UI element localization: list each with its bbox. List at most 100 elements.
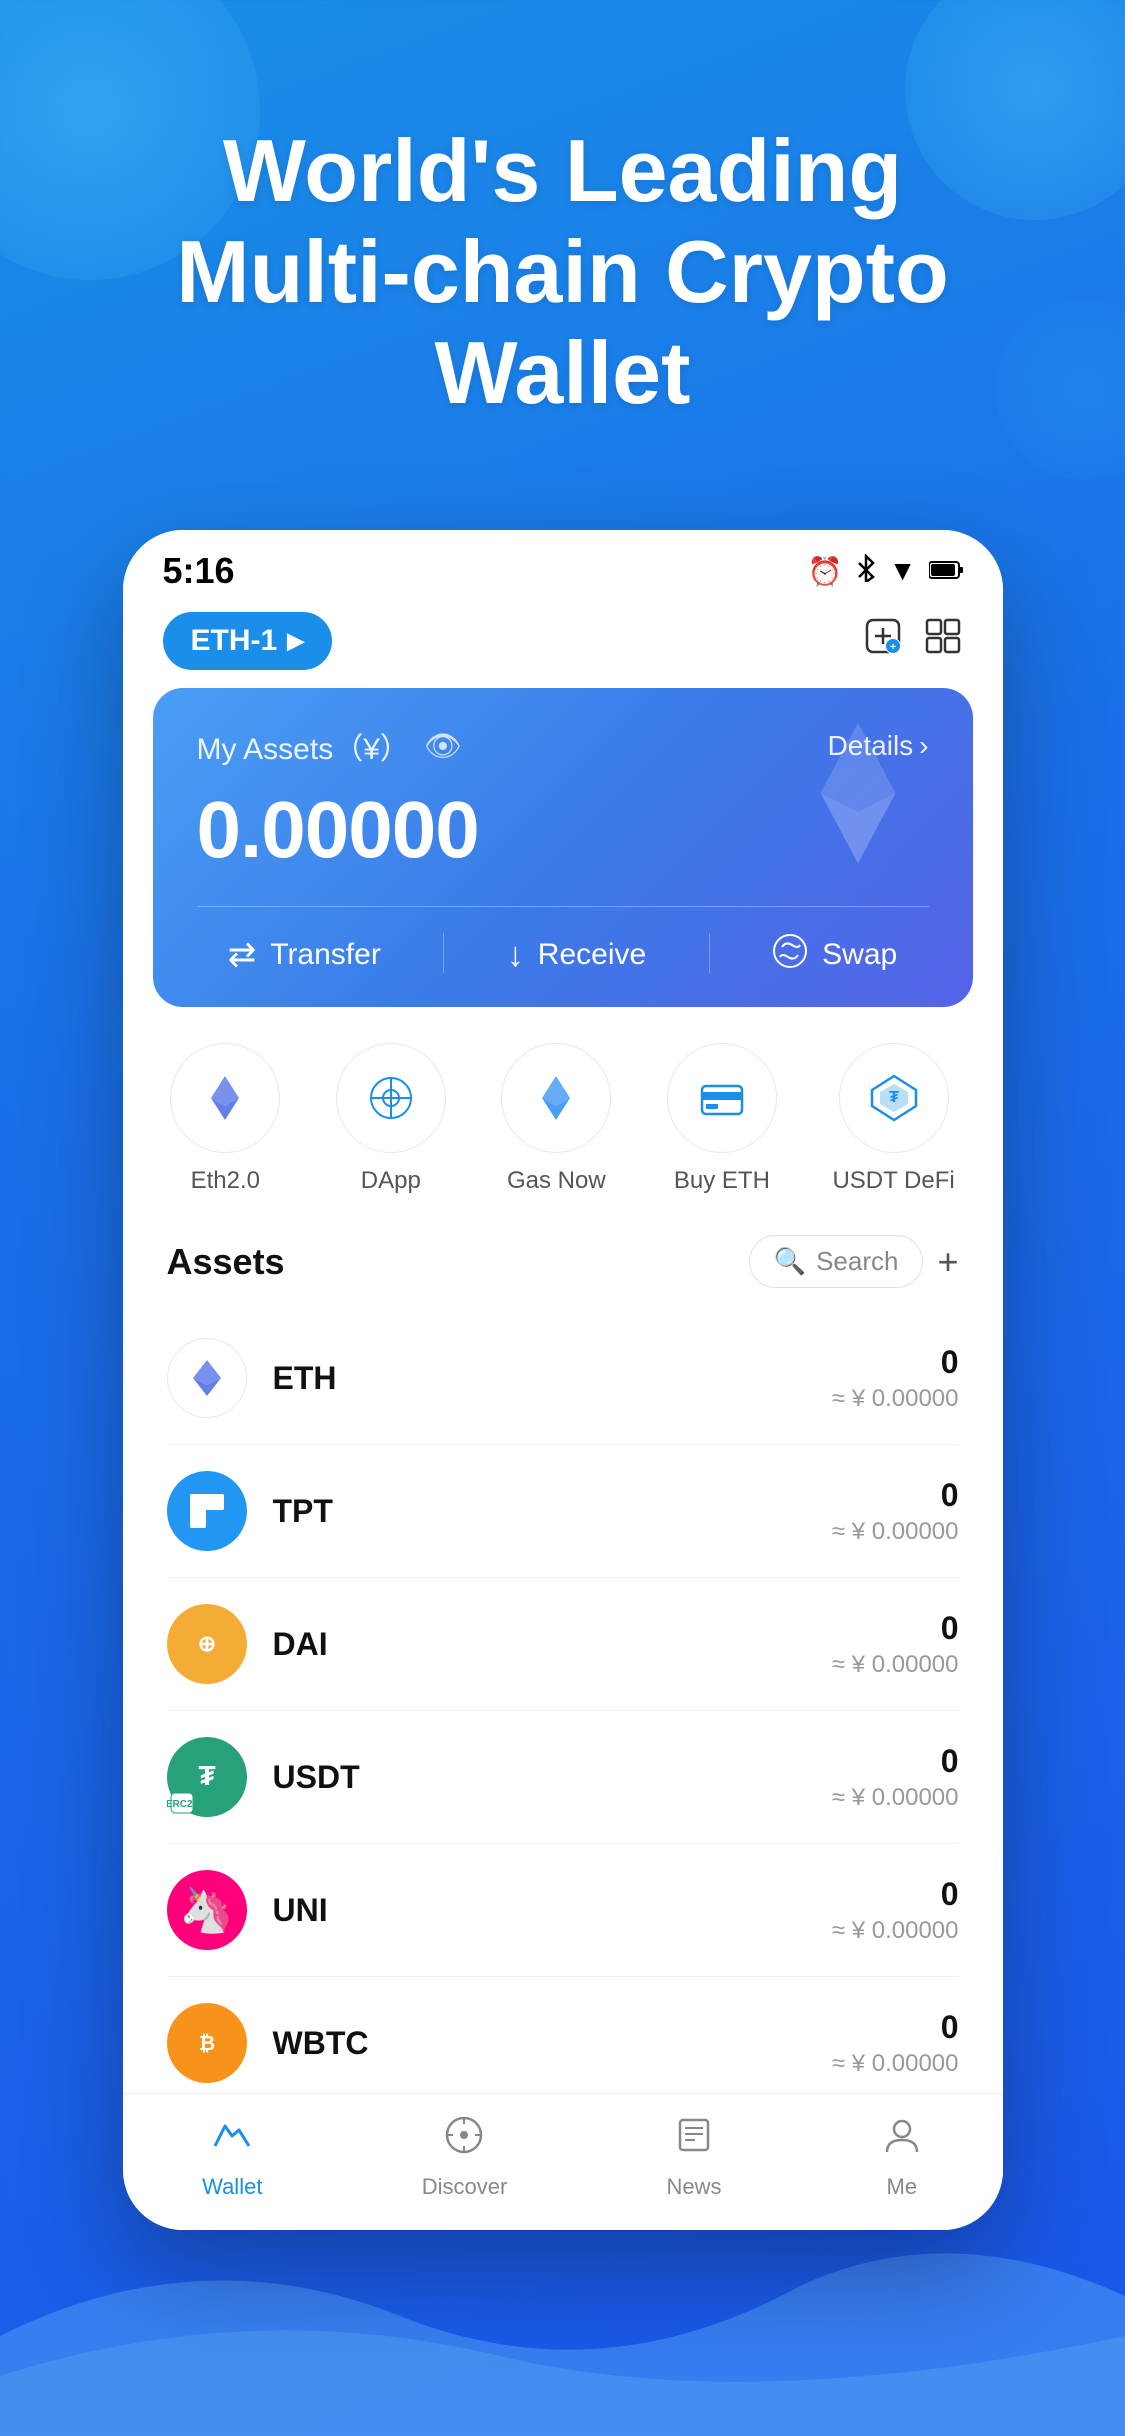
wifi-icon: ▼ — [889, 555, 917, 587]
assets-section-title: Assets — [167, 1241, 285, 1283]
wbtc-values: 0 ≈ ¥ 0.00000 — [832, 2009, 959, 2078]
search-placeholder: Search — [816, 1246, 898, 1277]
svg-text:+: + — [890, 642, 896, 653]
hero-line2: Multi-chain Crypto Wallet — [60, 221, 1065, 423]
receive-label: Receive — [538, 938, 646, 972]
scan-icon[interactable] — [923, 616, 963, 666]
bluetooth-icon — [855, 554, 877, 589]
divider-2 — [709, 933, 710, 973]
dai-logo: ⊕ — [167, 1604, 247, 1684]
nav-wallet[interactable]: Wallet — [202, 2114, 262, 2200]
wallet-nav-icon — [211, 2114, 253, 2166]
svg-text:⊕: ⊕ — [197, 1631, 215, 1656]
status-time: 5:16 — [163, 550, 235, 592]
eth2-icon — [170, 1043, 280, 1153]
assets-search[interactable]: 🔍 Search — [749, 1235, 924, 1288]
news-nav-icon — [673, 2114, 715, 2166]
assets-card: My Assets（¥） 👁 Details › 0.00000 ⇄ Trans… — [153, 688, 973, 1007]
svg-text:₮: ₮ — [889, 1089, 899, 1106]
hero-section: World's Leading Multi-chain Crypto Walle… — [0, 120, 1125, 424]
buyeth-label: Buy ETH — [674, 1167, 770, 1195]
nav-discover[interactable]: Discover — [422, 2114, 508, 2200]
uni-fiat: ≈ ¥ 0.00000 — [832, 1917, 959, 1945]
wbtc-name: WBTC — [273, 2025, 832, 2062]
me-nav-icon — [881, 2114, 923, 2166]
asset-row-uni[interactable]: 🦄 UNI 0 ≈ ¥ 0.00000 — [167, 1844, 959, 1977]
asset-row-wbtc[interactable]: ₿ WBTC 0 ≈ ¥ 0.00000 — [167, 1977, 959, 2093]
usdt-logo: ₮ ERC20 — [167, 1737, 247, 1817]
uni-name: UNI — [273, 1892, 832, 1929]
tpt-balance: 0 — [832, 1477, 959, 1514]
tpt-values: 0 ≈ ¥ 0.00000 — [832, 1477, 959, 1546]
assets-controls: 🔍 Search + — [749, 1235, 959, 1288]
svg-text:₮: ₮ — [198, 1760, 215, 1791]
receive-action[interactable]: ↓ Receive — [507, 933, 646, 977]
battery-icon — [929, 555, 963, 587]
wbtc-fiat: ≈ ¥ 0.00000 — [832, 2050, 959, 2078]
bottom-nav: Wallet Discover — [123, 2093, 1003, 2230]
tpt-fiat: ≈ ¥ 0.00000 — [832, 1518, 959, 1546]
swap-action[interactable]: Swap — [772, 933, 897, 977]
dai-balance: 0 — [832, 1610, 959, 1647]
nav-bar: ETH-1 ▶ + — [123, 602, 1003, 688]
uni-balance: 0 — [832, 1876, 959, 1913]
usdtdefi-icon: ₮ — [839, 1043, 949, 1153]
usdt-fiat: ≈ ¥ 0.00000 — [832, 1784, 959, 1812]
phone-container: 5:16 ⏰ ▼ ETH-1 ▶ + — [123, 530, 1003, 2230]
news-nav-label: News — [667, 2174, 722, 2200]
eth-balance: 0 — [832, 1344, 959, 1381]
quick-link-usdtdefi[interactable]: ₮ USDT DeFi — [832, 1043, 954, 1195]
svg-text:₿: ₿ — [198, 2033, 214, 2055]
dai-fiat: ≈ ¥ 0.00000 — [832, 1651, 959, 1679]
details-link[interactable]: Details › — [828, 730, 929, 762]
buyeth-icon — [667, 1043, 777, 1153]
usdt-values: 0 ≈ ¥ 0.00000 — [832, 1743, 959, 1812]
wbtc-balance: 0 — [832, 2009, 959, 2046]
hero-line1: World's Leading — [60, 120, 1065, 221]
quick-link-dapp[interactable]: DApp — [336, 1043, 446, 1195]
asset-row-dai[interactable]: ⊕ DAI 0 ≈ ¥ 0.00000 — [167, 1578, 959, 1711]
transfer-icon: ⇄ — [228, 935, 257, 975]
swap-icon — [772, 933, 808, 977]
uni-values: 0 ≈ ¥ 0.00000 — [832, 1876, 959, 1945]
nav-news[interactable]: News — [667, 2114, 722, 2200]
usdtdefi-label: USDT DeFi — [832, 1167, 954, 1195]
details-arrow-icon: › — [919, 730, 928, 762]
assets-section: Assets 🔍 Search + ETH 0 ≈ ¥ 0.00000 — [123, 1215, 1003, 2093]
eye-icon[interactable]: 👁 — [424, 729, 462, 764]
divider-1 — [443, 933, 444, 973]
me-nav-label: Me — [887, 2174, 918, 2200]
network-arrow-icon: ▶ — [287, 628, 304, 654]
swap-label: Swap — [822, 938, 897, 972]
eth-name: ETH — [273, 1360, 832, 1397]
receive-icon: ↓ — [507, 936, 524, 975]
wallet-nav-label: Wallet — [202, 2174, 262, 2200]
add-wallet-icon[interactable]: + — [863, 616, 903, 666]
nav-me[interactable]: Me — [881, 2114, 923, 2200]
quick-link-buyeth[interactable]: Buy ETH — [667, 1043, 777, 1195]
eth-fiat: ≈ ¥ 0.00000 — [832, 1385, 959, 1413]
quick-link-gasnow[interactable]: Gas Now — [501, 1043, 611, 1195]
status-bar: 5:16 ⏰ ▼ — [123, 530, 1003, 602]
svg-text:ERC20: ERC20 — [167, 1799, 199, 1810]
nav-action-icons: + — [863, 616, 963, 666]
add-asset-button[interactable]: + — [937, 1241, 958, 1283]
quick-links: Eth2.0 DApp Gas Now — [123, 1007, 1003, 1215]
discover-nav-icon — [443, 2114, 485, 2166]
network-badge[interactable]: ETH-1 ▶ — [163, 612, 333, 670]
quick-link-eth2[interactable]: Eth2.0 — [170, 1043, 280, 1195]
transfer-action[interactable]: ⇄ Transfer — [228, 933, 381, 977]
card-actions: ⇄ Transfer ↓ Receive Swap — [197, 906, 929, 977]
dapp-icon — [336, 1043, 446, 1153]
assets-section-header: Assets 🔍 Search + — [167, 1235, 959, 1288]
discover-nav-label: Discover — [422, 2174, 508, 2200]
tpt-logo — [167, 1471, 247, 1551]
wbtc-logo: ₿ — [167, 2003, 247, 2083]
asset-row-usdt[interactable]: ₮ ERC20 USDT 0 ≈ ¥ 0.00000 — [167, 1711, 959, 1844]
asset-row-eth[interactable]: ETH 0 ≈ ¥ 0.00000 — [167, 1312, 959, 1445]
dai-values: 0 ≈ ¥ 0.00000 — [832, 1610, 959, 1679]
uni-logo: 🦄 — [167, 1870, 247, 1950]
network-name: ETH-1 — [191, 624, 278, 658]
asset-row-tpt[interactable]: TPT 0 ≈ ¥ 0.00000 — [167, 1445, 959, 1578]
eth-logo — [167, 1338, 247, 1418]
